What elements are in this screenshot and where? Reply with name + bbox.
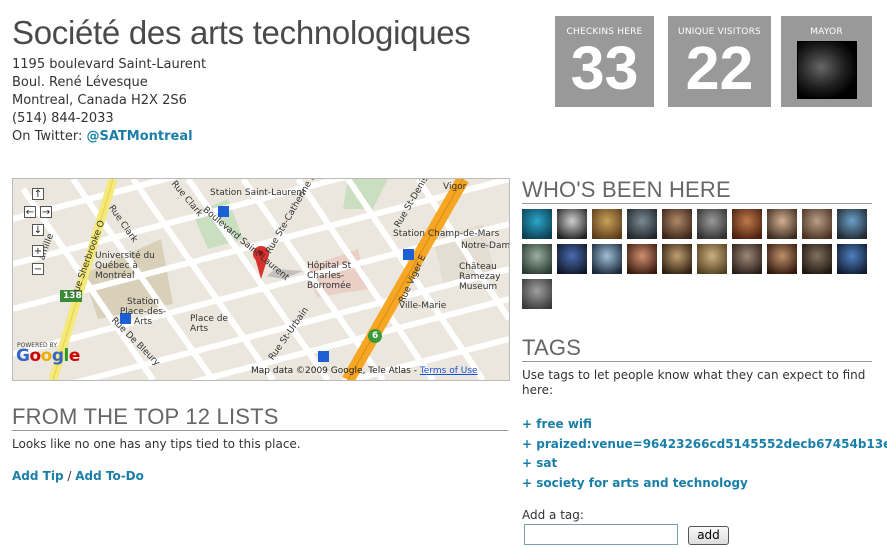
tag-link[interactable]: + sat: [522, 456, 557, 470]
tip-actions: Add Tip / Add To-Do: [12, 469, 144, 483]
tag-item: + sat: [522, 454, 887, 474]
visitor-avatar[interactable]: [522, 209, 552, 239]
map-streets: [13, 179, 509, 380]
map-label: Notre-Dame: [461, 241, 510, 251]
visitors-value: 22: [685, 34, 754, 102]
visitors-stat: UNIQUE VISITORS 22: [668, 16, 771, 107]
tags-heading: TAGS: [522, 335, 872, 362]
pan-right-icon[interactable]: →: [40, 206, 52, 218]
visitor-avatar[interactable]: [557, 244, 587, 274]
phone-number: (514) 844-2033: [12, 111, 114, 126]
map-label: Station Champ-de-Mars: [393, 229, 500, 239]
twitter-link[interactable]: @SATMontreal: [86, 129, 192, 144]
visitor-avatar[interactable]: [592, 209, 622, 239]
visitor-avatar[interactable]: [662, 209, 692, 239]
visitor-avatar[interactable]: [662, 244, 692, 274]
visitor-avatar[interactable]: [627, 209, 657, 239]
visitor-avatar[interactable]: [732, 244, 762, 274]
venue-map[interactable]: Station Saint-Laurent Rue Clark Rue Ste-…: [12, 178, 510, 381]
map-label: Université du Québec à Montréal: [95, 251, 155, 281]
visitor-avatar[interactable]: [522, 244, 552, 274]
visitor-avatar[interactable]: [767, 244, 797, 274]
visitor-avatar[interactable]: [697, 244, 727, 274]
visitor-avatar[interactable]: [592, 244, 622, 274]
visitor-avatar[interactable]: [802, 244, 832, 274]
route-shield: 138: [63, 291, 82, 301]
route-shield: 6: [372, 331, 379, 341]
tip-separator: /: [63, 469, 76, 483]
checkins-value: 33: [570, 34, 639, 102]
add-tag-label: Add a tag:: [522, 508, 584, 522]
mayor-stat[interactable]: MAYOR: [781, 16, 872, 107]
venue-address: 1195 boulevard Saint-Laurent Boul. René …: [12, 56, 206, 146]
tag-link[interactable]: + praized:venue=96423266cd5145552decb674…: [522, 437, 887, 451]
visitor-avatar[interactable]: [732, 209, 762, 239]
visitor-avatar[interactable]: [627, 244, 657, 274]
map-label: Station Saint-Laurent: [210, 188, 306, 198]
twitter-prefix: On Twitter:: [12, 129, 87, 144]
visitor-avatar-grid: [522, 209, 874, 314]
pan-left-icon[interactable]: ←: [24, 206, 36, 218]
address-line: Boul. René Lévesque: [12, 75, 148, 90]
map-label: Vigor: [443, 182, 467, 192]
visitor-avatar[interactable]: [697, 209, 727, 239]
address-line: Montreal, Canada H2X 2S6: [12, 93, 187, 108]
map-credit: Map data ©2009 Google, Tele Atlas - Term…: [251, 366, 478, 376]
visitor-avatar[interactable]: [837, 209, 867, 239]
map-label: Place de Arts: [190, 314, 229, 334]
tips-empty-message: Looks like no one has any tips tied to t…: [12, 437, 301, 451]
tag-list: + free wifi + praized:venue=96423266cd51…: [522, 415, 887, 493]
tag-item: + society for arts and technology: [522, 474, 887, 494]
checkins-stat: CHECKINS HERE 33: [555, 16, 654, 107]
top-lists-heading: FROM THE TOP 12 LISTS: [12, 404, 508, 431]
map-label: Château Ramezay Museum: [459, 262, 501, 292]
tags-intro: Use tags to let people know what they ca…: [522, 368, 866, 397]
google-logo[interactable]: Google: [16, 346, 80, 366]
address-line: 1195 boulevard Saint-Laurent: [12, 57, 207, 72]
pan-up-icon[interactable]: ↑: [32, 188, 44, 200]
zoom-out-icon[interactable]: −: [32, 263, 44, 275]
add-tag-button[interactable]: add: [688, 526, 729, 545]
map-credit-text: Map data ©2009 Google, Tele Atlas -: [251, 366, 420, 376]
venue-name: Société des arts technologiques: [12, 14, 471, 51]
tag-item: + praized:venue=96423266cd5145552decb674…: [522, 435, 887, 455]
twitter-line: On Twitter: @SATMontreal: [12, 128, 206, 146]
tag-input[interactable]: [524, 524, 678, 545]
zoom-in-icon[interactable]: +: [32, 245, 44, 257]
visitor-avatar[interactable]: [767, 209, 797, 239]
tag-item: + free wifi: [522, 415, 887, 435]
visitor-avatar[interactable]: [557, 209, 587, 239]
add-todo-link[interactable]: Add To-Do: [75, 469, 144, 483]
mayor-avatar[interactable]: [797, 41, 857, 99]
tag-link[interactable]: + society for arts and technology: [522, 476, 748, 490]
visitor-avatar[interactable]: [802, 209, 832, 239]
visitor-avatar[interactable]: [522, 279, 552, 309]
tag-link[interactable]: + free wifi: [522, 417, 592, 431]
map-label: Hôpital St Charles-Borromée: [307, 261, 352, 291]
terms-of-use-link[interactable]: Terms of Use: [420, 366, 478, 376]
pan-down-icon[interactable]: ↓: [32, 224, 44, 236]
mayor-label: MAYOR: [810, 27, 843, 37]
visitor-avatar[interactable]: [837, 244, 867, 274]
visitors-heading: WHO'S BEEN HERE: [522, 177, 872, 204]
add-tip-link[interactable]: Add Tip: [12, 469, 64, 483]
